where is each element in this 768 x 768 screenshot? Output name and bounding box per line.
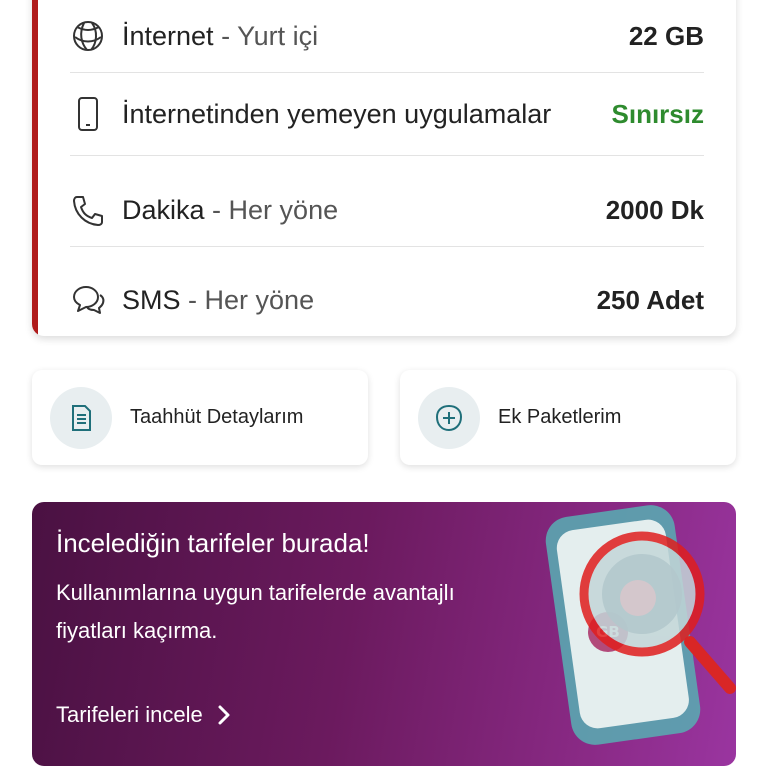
usage-value-sms: 250 Adet bbox=[596, 284, 704, 315]
usage-value-unlimited: Sınırsız bbox=[611, 98, 704, 129]
phone-device-icon bbox=[70, 96, 106, 132]
chevron-right-icon bbox=[217, 704, 231, 726]
usage-value-internet: 22 GB bbox=[628, 20, 704, 51]
globe-icon bbox=[70, 18, 106, 54]
commitment-details-label: Taahhüt Detaylarım bbox=[130, 406, 304, 428]
document-icon bbox=[50, 386, 112, 449]
usage-card: İnternet - Yurt içi 22 GB İnternetinden … bbox=[32, 0, 736, 336]
magnifier-phone-illustration: GB bbox=[545, 505, 736, 745]
browse-tariffs-label: Tarifeleri incele bbox=[56, 702, 203, 727]
usage-label: SMS - Her yöne bbox=[122, 284, 315, 315]
extra-packages-label: Ek Paketlerim bbox=[498, 406, 622, 428]
add-circle-icon bbox=[418, 386, 480, 449]
usage-label: Dakika - Her yöne bbox=[122, 194, 339, 225]
promo-description: Kullanımlarına uygun tarifelerde avantaj… bbox=[56, 580, 455, 643]
phone-call-icon bbox=[70, 192, 106, 228]
divider bbox=[70, 246, 704, 247]
commitment-details-button[interactable]: Taahhüt Detaylarım bbox=[32, 370, 368, 465]
tariff-promo-banner[interactable]: İncelediğin tarifeler burada! Kullanımla… bbox=[32, 502, 736, 766]
usage-row-internet: İnternet - Yurt içi 22 GB bbox=[70, 16, 704, 56]
promo-title: İncelediğin tarifeler burada! bbox=[56, 528, 370, 558]
browse-tariffs-link[interactable]: Tarifeleri incele bbox=[56, 702, 231, 728]
usage-value-minutes: 2000 Dk bbox=[605, 194, 704, 225]
usage-row-zero-rated-apps: İnternetinden yemeyen uygulamalar Sınırs… bbox=[70, 94, 704, 134]
usage-label: İnternetinden yemeyen uygulamalar bbox=[122, 98, 552, 129]
chat-bubbles-icon bbox=[70, 282, 106, 318]
divider bbox=[70, 72, 704, 73]
usage-row-minutes: Dakika - Her yöne 2000 Dk bbox=[70, 190, 704, 230]
card-accent-bar bbox=[32, 0, 38, 336]
divider bbox=[70, 155, 704, 156]
usage-label: İnternet - Yurt içi bbox=[122, 20, 319, 51]
extra-packages-button[interactable]: Ek Paketlerim bbox=[400, 370, 736, 465]
usage-row-sms: SMS - Her yöne 250 Adet bbox=[70, 280, 704, 320]
